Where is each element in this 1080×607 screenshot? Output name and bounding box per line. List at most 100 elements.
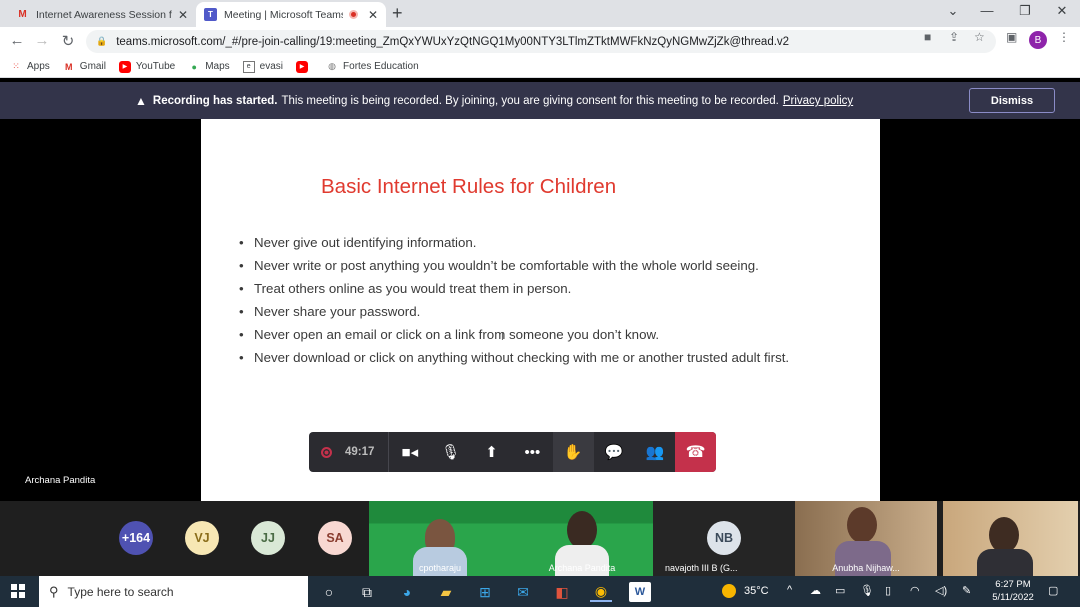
privacy-policy-link[interactable]: Privacy policy xyxy=(783,95,853,107)
search-placeholder: Type here to search xyxy=(67,584,174,599)
bookmark-youtube-2[interactable]: ▶ xyxy=(296,60,313,73)
video-tile[interactable]: NB navajoth III B (G... xyxy=(653,501,795,576)
restore-button[interactable]: ❐ xyxy=(1015,3,1035,19)
apps-grid-icon: ⁙ xyxy=(12,61,20,71)
camera-icon[interactable]: ■ xyxy=(924,30,931,44)
chrome-icon[interactable]: ◉ xyxy=(590,582,612,602)
bookmark-apps[interactable]: ⁙ Apps xyxy=(10,61,50,73)
share-button[interactable]: ⬆ xyxy=(471,432,512,472)
video-tile[interactable]: cpotharaju xyxy=(369,501,511,576)
bookmark-maps[interactable]: ● Maps xyxy=(188,61,230,73)
back-icon[interactable]: ← xyxy=(8,32,26,49)
windows-taskbar: ⚲ Type here to search ○ ⧉ ◕ ▰ ⊞ ✉ ◧ ◉ W … xyxy=(0,576,1080,607)
presenter-name: Archana Pandita xyxy=(25,475,96,486)
text-cursor-icon: I xyxy=(501,332,504,343)
overflow-participants-count[interactable]: +164 xyxy=(119,521,153,555)
tab-title: Internet Awareness Session for P... xyxy=(36,8,172,21)
recording-dot-icon xyxy=(321,446,332,458)
pen-icon[interactable]: ✎ xyxy=(962,584,971,597)
participant-avatar: NB xyxy=(707,521,741,555)
recording-banner: ▲ Recording has started. This meeting is… xyxy=(0,82,1080,119)
people-icon: 👥 xyxy=(645,444,665,461)
bookmark-gmail[interactable]: M Gmail xyxy=(63,61,106,73)
video-tile[interactable]: Anubha Nijhaw... xyxy=(795,501,937,576)
clock-date: 5/11/2022 xyxy=(992,592,1034,603)
minimize-button[interactable]: — xyxy=(977,3,997,18)
new-tab-button[interactable]: + xyxy=(392,3,403,24)
share-icon[interactable]: ⇪ xyxy=(949,30,959,44)
slide-title: Basic Internet Rules for Children xyxy=(321,175,617,198)
bookmark-evasi[interactable]: e evasi xyxy=(242,60,283,73)
onedrive-icon[interactable]: ☁ xyxy=(810,584,821,597)
weather-widget[interactable]: 35°C xyxy=(722,584,769,598)
participant-avatar[interactable]: VJ xyxy=(185,521,219,555)
microphone-icon[interactable]: 🎙 xyxy=(860,584,874,597)
clock-time: 6:27 PM xyxy=(995,579,1031,590)
url-text: teams.microsoft.com/_#/pre-join-calling/… xyxy=(116,35,790,48)
participant-gallery: +164 VJ JJ SA cpotharaju Archana Pandita… xyxy=(0,501,1080,576)
close-icon[interactable]: ✕ xyxy=(178,8,188,22)
participant-video xyxy=(989,517,1019,553)
tab-search-icon[interactable]: ⌄ xyxy=(943,3,963,19)
mail-icon[interactable]: ✉ xyxy=(512,582,534,602)
store-icon[interactable]: ⊞ xyxy=(474,582,496,602)
teams-icon: T xyxy=(204,8,217,21)
participant-video xyxy=(977,549,1033,576)
system-clock[interactable]: 6:27 PM 5/11/2022 xyxy=(985,578,1041,604)
battery-icon[interactable]: ▯ xyxy=(885,584,891,597)
menu-icon[interactable]: ⋮ xyxy=(1058,30,1070,44)
browser-toolbar: ← → ↻ 🔒 teams.microsoft.com/_#/pre-join-… xyxy=(0,27,1080,56)
side-panel-icon[interactable]: ▣ xyxy=(1006,30,1017,44)
slide-bullet: Never share your password. xyxy=(239,304,799,320)
windows-start-icon[interactable] xyxy=(11,584,25,598)
profile-avatar[interactable]: B xyxy=(1029,31,1047,49)
network-icon[interactable]: ▭ xyxy=(835,584,845,597)
forward-icon[interactable]: → xyxy=(33,32,51,49)
office-icon[interactable]: ◧ xyxy=(551,582,573,602)
chat-button[interactable]: 💬 xyxy=(594,432,635,472)
recording-indicator-icon xyxy=(348,10,358,19)
tab-teams[interactable]: T Meeting | Microsoft Teams ✕ xyxy=(196,2,386,27)
slide-bullet: Never download or click on anything with… xyxy=(239,350,799,366)
camera-button[interactable]: ■◂ xyxy=(389,432,430,472)
close-window-button[interactable]: ✕ xyxy=(1052,3,1072,19)
word-icon[interactable]: W xyxy=(629,582,651,602)
notification-icon[interactable]: ▢ xyxy=(1048,584,1058,597)
gmail-icon: M xyxy=(65,61,73,72)
close-icon[interactable]: ✕ xyxy=(368,8,378,22)
dismiss-button[interactable]: Dismiss xyxy=(969,88,1055,113)
call-controls-bar: 49:17 ■◂ 🎙 ⬆ ••• ✋ 💬 👥 ☎ xyxy=(309,432,717,472)
address-bar[interactable]: 🔒 teams.microsoft.com/_#/pre-join-callin… xyxy=(86,30,996,53)
taskbar-search-box[interactable]: ⚲ Type here to search xyxy=(39,576,308,607)
bookmark-star-icon[interactable]: ☆ xyxy=(974,30,985,44)
reload-icon[interactable]: ↻ xyxy=(59,32,77,50)
mute-button[interactable]: 🎙 xyxy=(430,432,471,472)
participant-avatar[interactable]: SA xyxy=(318,521,352,555)
edge-icon[interactable]: ◕ xyxy=(396,582,418,602)
lock-icon: 🔒 xyxy=(96,36,108,46)
tab-gmail[interactable]: M Internet Awareness Session for P... ✕ xyxy=(8,2,196,27)
video-tile[interactable]: Archana Pandita xyxy=(511,501,653,576)
bookmark-youtube[interactable]: ▶ YouTube xyxy=(118,60,175,73)
hang-up-icon: ☎ xyxy=(685,444,706,461)
show-hidden-icons-icon[interactable]: ^ xyxy=(787,584,792,596)
temperature: 35°C xyxy=(744,585,769,597)
leave-call-button[interactable]: ☎ xyxy=(675,432,717,472)
bookmark-fortes[interactable]: ◍ Fortes Education xyxy=(326,61,419,73)
participants-button[interactable]: 👥 xyxy=(634,432,675,472)
task-view-icon[interactable]: ⧉ xyxy=(356,582,378,602)
participant-name: navajoth III B (G... xyxy=(665,563,738,573)
video-tile[interactable] xyxy=(943,501,1078,576)
slide-bullet: Treat others online as you would treat t… xyxy=(239,281,799,297)
more-actions-button[interactable]: ••• xyxy=(512,432,553,472)
participant-avatar[interactable]: JJ xyxy=(251,521,285,555)
more-icon: ••• xyxy=(524,443,541,461)
file-explorer-icon[interactable]: ▰ xyxy=(435,582,457,602)
wifi-icon[interactable]: ◠ xyxy=(910,584,920,597)
recording-title: Recording has started. xyxy=(152,95,278,107)
volume-icon[interactable]: ◁) xyxy=(935,584,947,597)
call-duration: 49:17 xyxy=(345,446,375,458)
slide-bullet-list: Never give out identifying information. … xyxy=(239,235,799,373)
cortana-icon[interactable]: ○ xyxy=(318,582,340,602)
raise-hand-button[interactable]: ✋ xyxy=(552,432,594,472)
